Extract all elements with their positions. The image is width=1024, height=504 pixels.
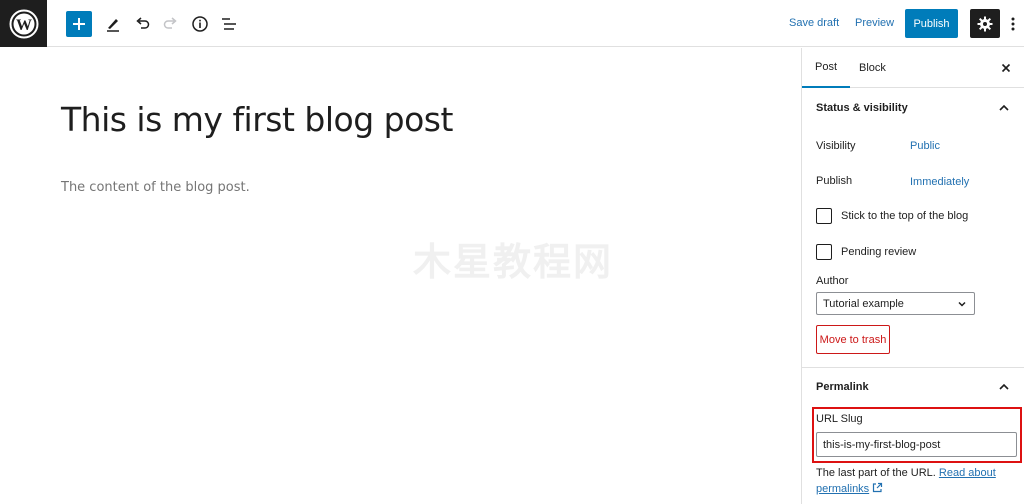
author-selected-value: Tutorial example	[823, 297, 904, 310]
editor-canvas: This is my first blog post The content o…	[0, 48, 801, 504]
undo-button[interactable]	[129, 11, 155, 37]
vertical-ellipsis-icon	[1011, 17, 1015, 31]
wordpress-logo-button[interactable]: W	[0, 0, 47, 47]
plus-icon	[73, 18, 85, 30]
permalink-help-text: The last part of the URL. Read about per…	[816, 465, 1016, 497]
list-view-icon	[222, 18, 236, 30]
url-slug-value: this-is-my-first-blog-post	[823, 438, 941, 451]
gear-icon	[977, 16, 993, 31]
chevron-up-icon	[999, 383, 1009, 390]
chevron-down-icon	[958, 301, 966, 307]
permalink-help-description: The last part of the URL.	[816, 467, 936, 479]
watermark: 木星教程网	[413, 242, 614, 284]
chevron-up-icon	[999, 104, 1009, 111]
more-options-button[interactable]	[1006, 12, 1020, 36]
visibility-label: Visibility	[816, 140, 856, 152]
permalink-heading: Permalink	[816, 381, 869, 393]
permalinks-link[interactable]: permalinks	[816, 483, 869, 495]
redo-icon	[163, 17, 177, 29]
close-icon	[1001, 63, 1011, 73]
publish-label: Publish	[816, 175, 853, 187]
preview-button[interactable]: Preview	[855, 17, 894, 29]
close-sidebar-button[interactable]	[998, 60, 1014, 76]
move-to-trash-button[interactable]: Move to trash	[816, 325, 890, 354]
redo-button[interactable]	[158, 11, 184, 37]
tools-button[interactable]	[100, 11, 126, 37]
pending-review-checkbox[interactable]	[816, 244, 832, 260]
details-button[interactable]	[187, 11, 213, 37]
add-block-button[interactable]	[66, 11, 92, 37]
publish-date-toggle[interactable]: Immediately	[910, 176, 969, 188]
tab-block[interactable]: Block	[846, 48, 899, 88]
settings-sidebar: Post Block Status & visibility Visibilit…	[801, 48, 1024, 504]
author-label: Author	[816, 275, 849, 287]
status-visibility-heading: Status & visibility	[816, 102, 908, 114]
svg-text:W: W	[16, 17, 32, 34]
url-slug-input[interactable]: this-is-my-first-blog-post	[816, 432, 1017, 457]
sidebar-tabs: Post Block	[802, 48, 1024, 88]
pending-review-label: Pending review	[841, 246, 917, 258]
author-select[interactable]: Tutorial example	[816, 292, 975, 315]
list-view-button[interactable]	[216, 11, 242, 37]
editor-top-bar: W Save draft Preview Publish	[0, 0, 1024, 47]
info-icon	[192, 16, 208, 32]
status-visibility-panel-toggle[interactable]: Status & visibility	[802, 88, 1024, 128]
undo-icon	[136, 17, 150, 29]
tab-post[interactable]: Post	[802, 48, 851, 88]
read-about-link[interactable]: Read about	[939, 467, 996, 479]
permalink-panel-toggle[interactable]: Permalink	[802, 367, 1024, 407]
save-draft-button[interactable]: Save draft	[789, 17, 839, 29]
post-title[interactable]: This is my first blog post	[61, 100, 453, 139]
url-slug-label: URL Slug	[816, 413, 863, 425]
stick-to-top-label: Stick to the top of the blog	[841, 210, 969, 222]
settings-button[interactable]	[970, 9, 1000, 38]
pencil-icon	[107, 19, 119, 32]
wordpress-icon: W	[9, 9, 38, 38]
external-link-icon	[873, 482, 883, 493]
publish-button[interactable]: Publish	[905, 9, 958, 38]
post-content-paragraph[interactable]: The content of the blog post.	[61, 180, 250, 195]
stick-to-top-checkbox[interactable]	[816, 208, 832, 224]
visibility-toggle[interactable]: Public	[910, 140, 940, 152]
